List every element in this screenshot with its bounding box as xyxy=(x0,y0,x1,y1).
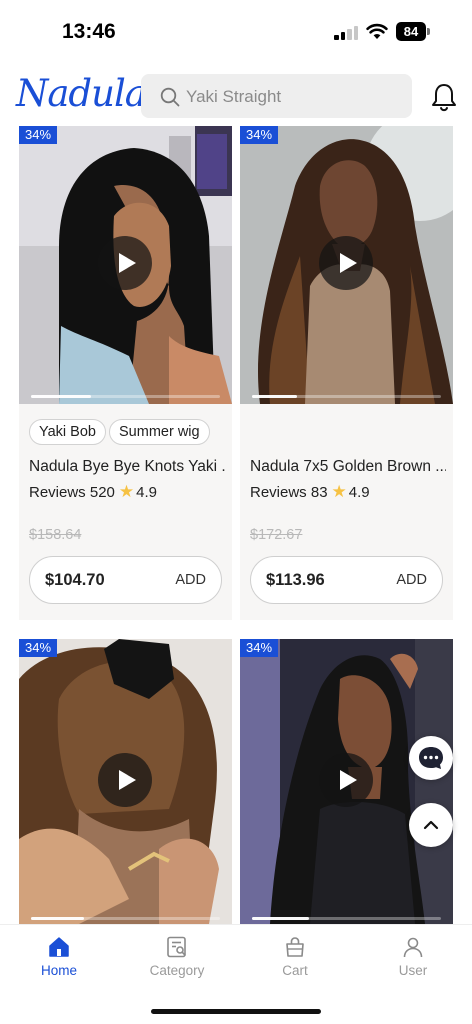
product-tag[interactable]: Yaki Bob xyxy=(29,419,106,445)
battery-icon: 84 xyxy=(396,22,430,41)
chat-icon xyxy=(419,747,443,769)
play-icon[interactable] xyxy=(319,753,373,807)
original-price: $158.64 xyxy=(29,527,82,543)
bell-icon[interactable] xyxy=(430,82,458,112)
app-header: Nadula Yaki Straight xyxy=(0,62,472,126)
sale-price: $113.96 xyxy=(266,571,325,589)
product-tag[interactable]: Summer wig xyxy=(109,419,210,445)
rating-value: 4.9 xyxy=(136,484,157,501)
discount-badge: 34% xyxy=(240,639,279,657)
product-reviews: Reviews 520 ★ 4.9 xyxy=(29,482,157,502)
discount-badge: 34% xyxy=(19,126,58,144)
rating-value: 4.9 xyxy=(348,484,370,501)
product-video-thumbnail[interactable]: 34% xyxy=(240,126,453,404)
product-card[interactable]: 34% xyxy=(19,639,232,924)
wifi-icon xyxy=(366,23,388,39)
product-reviews: Reviews 83 ★ 4.9 xyxy=(250,482,370,502)
star-icon: ★ xyxy=(118,482,135,501)
discount-badge: 34% xyxy=(240,126,279,144)
product-card[interactable]: 34% xyxy=(240,639,453,924)
product-card[interactable]: 34% Nadula 7x5 Golden Brown ... Reviews … xyxy=(240,126,453,620)
product-video-thumbnail[interactable]: 34% xyxy=(240,639,453,924)
category-icon xyxy=(167,936,186,958)
reviews-count: Reviews 83 xyxy=(250,484,328,501)
original-price: $172.67 xyxy=(250,527,303,543)
add-to-cart-button[interactable]: $113.96 ADD xyxy=(250,556,443,604)
tab-label: User xyxy=(398,963,428,978)
tab-label: Home xyxy=(40,963,77,978)
battery-level: 84 xyxy=(396,22,426,41)
nadula-logo[interactable]: Nadula xyxy=(16,70,147,118)
reviews-count: Reviews 520 xyxy=(29,484,115,501)
tab-user[interactable]: User xyxy=(354,935,472,987)
tab-label: Cart xyxy=(282,963,308,978)
product-title[interactable]: Nadula 7x5 Golden Brown ... xyxy=(250,458,446,476)
play-icon[interactable] xyxy=(98,753,152,807)
status-bar: 13:46 84 xyxy=(0,0,472,62)
video-progress xyxy=(31,395,220,398)
add-label: ADD xyxy=(396,572,427,588)
home-icon xyxy=(49,937,69,957)
tab-label: Category xyxy=(149,963,205,978)
product-video-thumbnail[interactable]: 34% xyxy=(19,639,232,924)
star-icon: ★ xyxy=(331,482,347,501)
tab-category[interactable]: Category xyxy=(118,935,236,987)
user-icon xyxy=(403,937,423,958)
search-icon xyxy=(160,87,180,107)
app-screen: 13:46 84 Nadula Yaki Straight 34% Yaki B… xyxy=(0,0,472,1024)
sale-price: $104.70 xyxy=(45,571,105,589)
search-placeholder: Yaki Straight xyxy=(186,87,282,106)
add-to-cart-button[interactable]: $104.70 ADD xyxy=(29,556,222,604)
tab-home[interactable]: Home xyxy=(0,935,118,987)
play-icon[interactable] xyxy=(98,236,152,290)
cart-icon xyxy=(286,937,304,957)
video-progress xyxy=(31,917,220,920)
discount-badge: 34% xyxy=(19,639,58,657)
status-time: 13:46 xyxy=(62,20,116,43)
add-label: ADD xyxy=(175,572,206,588)
product-card[interactable]: 34% Yaki Bob Summer wig Nadula Bye Bye K… xyxy=(19,126,232,620)
scroll-top-button[interactable] xyxy=(409,803,453,847)
product-video-thumbnail[interactable]: 34% xyxy=(19,126,232,404)
home-indicator xyxy=(151,1009,321,1014)
play-icon[interactable] xyxy=(319,236,373,290)
video-progress xyxy=(252,395,441,398)
signal-icon xyxy=(334,26,360,40)
chevron-up-icon xyxy=(423,820,439,830)
product-title[interactable]: Nadula Bye Bye Knots Yaki ... xyxy=(29,458,225,476)
tab-cart[interactable]: Cart xyxy=(236,935,354,987)
video-progress xyxy=(252,917,441,920)
chat-button[interactable] xyxy=(409,736,453,780)
